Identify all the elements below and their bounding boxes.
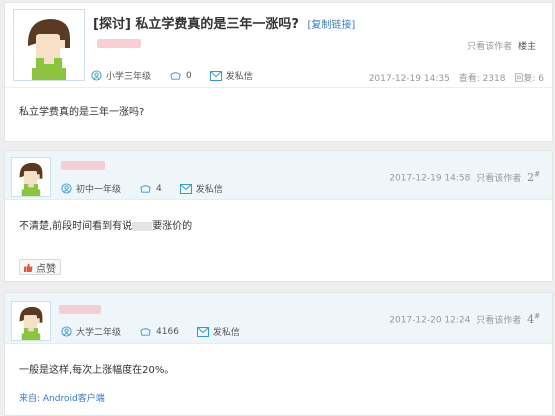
send-message-link[interactable]: 发私信 xyxy=(213,325,240,338)
source-client-link[interactable]: 来自: Android客户端 xyxy=(19,391,105,404)
reply-body: 不清楚,前段时间看到有说 要涨价的 xyxy=(19,217,192,232)
avatar-image xyxy=(12,302,50,340)
reply-post: 初中一年级 4 发私信 2017-12-19 14:58 只看该作者 2# 不清… xyxy=(4,150,553,282)
post-timestamp: 2017-12-19 14:35 xyxy=(368,74,450,84)
avatar[interactable] xyxy=(13,9,85,81)
flower-count: 4 xyxy=(156,183,162,194)
reply-info: 2017-12-20 12:24 只看该作者 4# xyxy=(389,312,540,326)
floor-number: 4# xyxy=(527,312,540,326)
user-grade: 大学二年级 xyxy=(76,328,122,338)
flower-count: 4166 xyxy=(156,326,179,337)
reply-count: 回复: 6 xyxy=(514,74,544,84)
flower-icon xyxy=(170,72,181,80)
thumbs-up-icon xyxy=(24,262,33,272)
mail-icon xyxy=(179,183,192,194)
avatar-image xyxy=(14,10,84,80)
floor-label: 楼主 xyxy=(517,42,536,52)
post-stats: 2017-12-19 14:35 查看: 2318 回复: 6 xyxy=(369,71,544,84)
mail-icon xyxy=(196,326,209,337)
avatar[interactable] xyxy=(11,157,51,197)
avatar-image xyxy=(12,158,50,196)
flower-icon xyxy=(140,185,151,193)
floor-suffix: # xyxy=(534,170,540,178)
send-message-link[interactable]: 发私信 xyxy=(196,182,223,195)
only-author-link[interactable]: 只看该作者 xyxy=(467,42,512,52)
copy-link[interactable]: [复制链接] xyxy=(308,20,356,31)
floor-suffix: # xyxy=(534,312,540,320)
original-post: [探讨] 私立学费真的是三年一涨吗? [复制链接] 只看该作者 楼主 小学三年级… xyxy=(4,2,553,142)
reply-info: 2017-12-19 14:58 只看该作者 2# xyxy=(389,170,540,184)
author-controls: 只看该作者 楼主 xyxy=(467,39,536,52)
reply-body-prefix: 不清楚,前段时间看到有说 xyxy=(19,221,133,232)
user-icon xyxy=(91,70,102,81)
user-grade: 小学三年级 xyxy=(106,72,152,82)
avatar[interactable] xyxy=(11,301,51,341)
only-author-link[interactable]: 只看该作者 xyxy=(476,174,521,184)
username-redacted xyxy=(61,161,105,170)
flower-count: 0 xyxy=(186,70,192,81)
title-text: 私立学费真的是三年一涨吗? xyxy=(135,17,299,32)
divider xyxy=(5,87,552,88)
reply-body: 一般是这样,每次上涨幅度在20%。 xyxy=(19,365,175,376)
like-label: 点赞 xyxy=(36,263,56,275)
username-redacted xyxy=(59,305,101,314)
post-meta: 小学三年级 0 发私信 xyxy=(91,69,267,82)
username-redacted xyxy=(97,39,141,48)
floor-number: 2# xyxy=(527,170,540,184)
send-message-link[interactable]: 发私信 xyxy=(226,69,253,82)
reply-post: 大学二年级 4166 发私信 2017-12-20 12:24 只看该作者 4#… xyxy=(4,292,553,416)
redacted-text xyxy=(132,221,153,231)
like-button[interactable]: 点赞 xyxy=(19,259,61,275)
only-author-link[interactable]: 只看该作者 xyxy=(476,316,521,326)
reply-timestamp: 2017-12-20 12:24 xyxy=(389,315,471,326)
mail-icon xyxy=(209,70,222,81)
post-body: 私立学费真的是三年一涨吗? xyxy=(19,107,145,118)
user-grade: 初中一年级 xyxy=(76,185,122,195)
user-icon xyxy=(61,183,72,194)
reply-meta: 大学二年级 4166 发私信 xyxy=(61,325,254,338)
reply-meta: 初中一年级 4 发私信 xyxy=(61,182,237,195)
title-tag: [探讨] xyxy=(93,17,131,32)
flower-icon xyxy=(140,328,151,336)
post-title: [探讨] 私立学费真的是三年一涨吗? [复制链接] xyxy=(93,13,355,32)
view-count: 查看: 2318 xyxy=(458,74,506,84)
reply-timestamp: 2017-12-19 14:58 xyxy=(389,173,471,184)
user-icon xyxy=(61,326,72,337)
reply-body-suffix: 要涨价的 xyxy=(152,221,193,232)
